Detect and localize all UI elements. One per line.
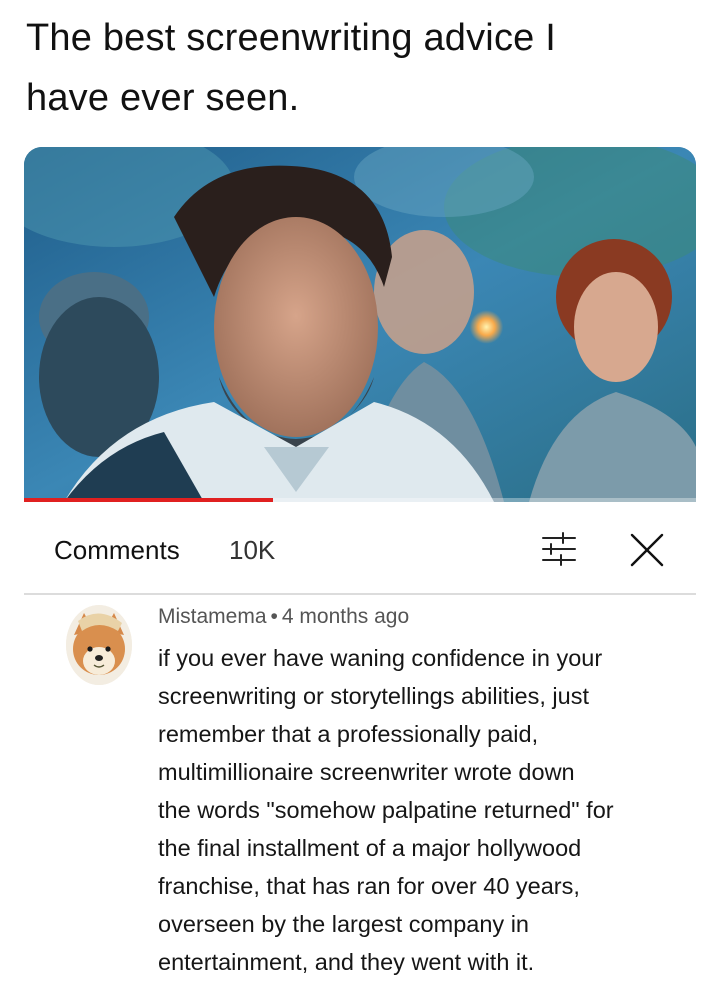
comment-body: if you ever have waning confidence in yo… — [158, 639, 688, 981]
comments-count: 10K — [229, 535, 276, 565]
comment-line: entertainment, and they went with it. — [158, 949, 535, 975]
comment-line: if you ever have waning confidence in yo… — [158, 645, 603, 671]
comments-header: Comments 10K — [24, 502, 696, 595]
meta-separator: • — [270, 605, 278, 628]
comment-line: franchise, that has ran for over 40 year… — [158, 873, 580, 899]
comment-line: overseen by the largest company in — [158, 911, 529, 937]
comments-title: Comments — [54, 535, 180, 565]
comment-item: Mistamema • 4 months ago if you ever have … — [24, 597, 696, 990]
comment-line: remember that a professionally paid, — [158, 721, 539, 747]
video-frame — [24, 147, 696, 502]
close-icon[interactable] — [627, 530, 667, 570]
video-player[interactable] — [24, 147, 696, 502]
shiba-dog-avatar — [66, 605, 132, 685]
comment-timestamp: 4 months ago — [281, 605, 410, 628]
comment-meta: Mistamema • 4 months ago — [158, 605, 409, 629]
comment-line: the words "somehow palpatine returned" f… — [158, 797, 614, 823]
avatar[interactable] — [66, 605, 132, 685]
comment-line: screenwriting or storytellings abilities… — [158, 683, 589, 709]
sliders-icon[interactable] — [539, 530, 579, 568]
post-caption: The best screenwriting advice I have eve… — [26, 8, 686, 128]
comment-line: the final installment of a major hollywo… — [158, 835, 582, 861]
caption-line-2: have ever seen. — [26, 77, 300, 119]
caption-line-1: The best screenwriting advice I — [26, 17, 556, 59]
comment-author[interactable]: Mistamema — [158, 605, 267, 628]
comment-line: multimillionaire screenwriter wrote down — [158, 759, 575, 785]
